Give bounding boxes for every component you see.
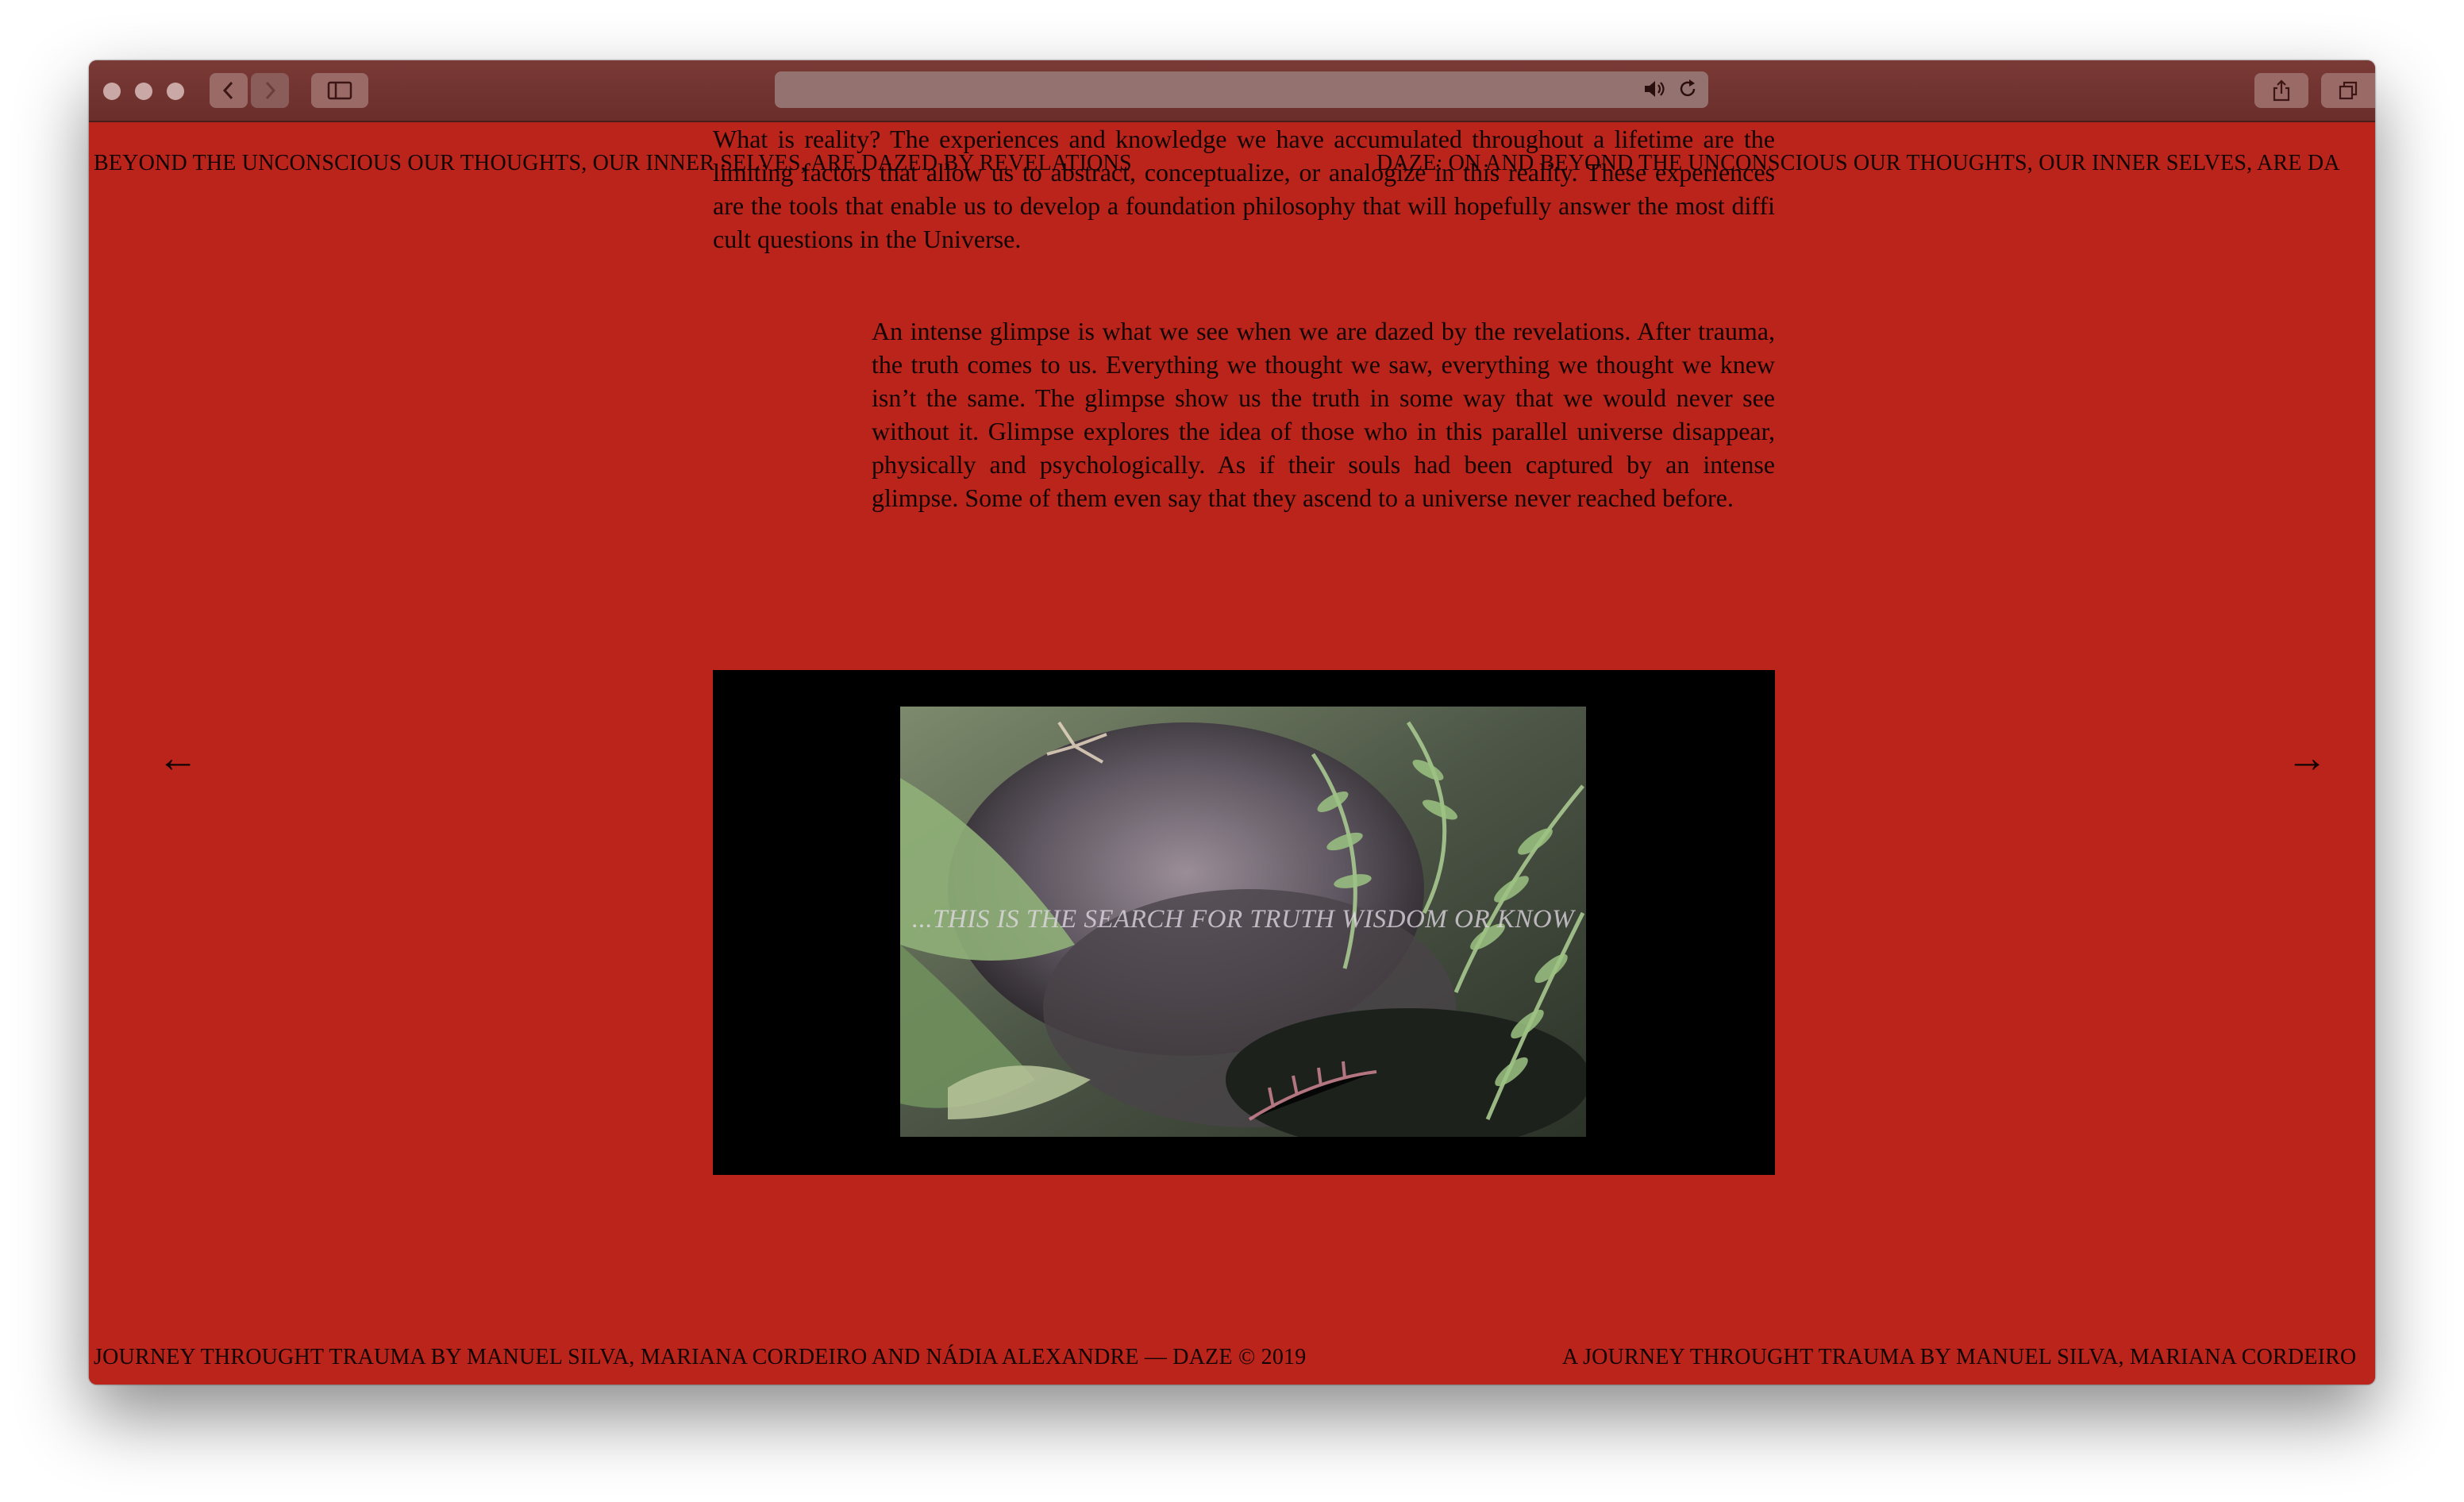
share-button[interactable] bbox=[2254, 73, 2308, 108]
minimize-window-button[interactable] bbox=[135, 83, 152, 100]
close-window-button[interactable] bbox=[103, 83, 121, 100]
video-caption: ...THIS IS THE SEARCH FOR TRUTH WISDOM O… bbox=[911, 905, 1575, 934]
address-bar[interactable] bbox=[775, 71, 1708, 108]
footer-marquee-right: A JOURNEY THROUGHT TRAUMA BY MANUEL SILV… bbox=[1562, 1345, 2357, 1369]
share-icon bbox=[2273, 79, 2290, 102]
tabs-button[interactable] bbox=[2321, 73, 2375, 108]
forward-button[interactable] bbox=[251, 73, 289, 108]
zoom-window-button[interactable] bbox=[167, 83, 184, 100]
chevron-left-icon bbox=[222, 81, 233, 100]
tabs-icon bbox=[2339, 81, 2358, 100]
page-content: BEYOND THE UNCONSCIOUS OUR THOUGHTS, OUR… bbox=[89, 122, 2375, 1385]
back-button[interactable] bbox=[210, 73, 248, 108]
reload-icon[interactable] bbox=[1677, 78, 1699, 100]
sidebar-toggle-button[interactable] bbox=[311, 73, 368, 108]
glimpse-paragraph: An intense glimpse is what we see when w… bbox=[872, 317, 1775, 512]
speaker-icon[interactable] bbox=[1643, 78, 1669, 100]
chevron-right-icon bbox=[265, 81, 276, 100]
video-player[interactable]: ...THIS IS THE SEARCH FOR TRUTH WISDOM O… bbox=[713, 670, 1775, 1175]
intro-paragraph: What is reality? The experiences and kno… bbox=[713, 125, 1775, 253]
browser-toolbar bbox=[89, 60, 2375, 122]
sidebar-icon bbox=[327, 81, 352, 100]
next-arrow-button[interactable]: → bbox=[2286, 738, 2327, 780]
address-bar-icons bbox=[1643, 78, 1699, 100]
video-frame[interactable]: ...THIS IS THE SEARCH FOR TRUTH WISDOM O… bbox=[900, 707, 1586, 1137]
browser-window: BEYOND THE UNCONSCIOUS OUR THOUGHTS, OUR… bbox=[89, 60, 2375, 1385]
previous-arrow-button[interactable]: ← bbox=[157, 738, 198, 780]
footer-marquee-left: JOURNEY THROUGHT TRAUMA BY MANUEL SILVA,… bbox=[94, 1345, 1307, 1369]
